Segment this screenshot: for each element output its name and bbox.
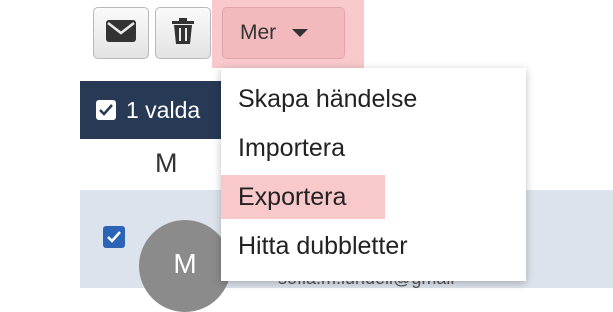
caret-down-icon xyxy=(292,29,309,37)
more-button-label: Mer xyxy=(240,21,277,44)
trash-icon xyxy=(172,17,194,49)
more-button[interactable]: Mer xyxy=(222,7,345,59)
menu-item-export[interactable]: Exportera xyxy=(221,175,385,219)
more-dropdown-menu: Skapa händelse Importera Exportera Hitta… xyxy=(221,68,526,281)
selection-count: 1 valda xyxy=(126,96,201,123)
delete-button[interactable] xyxy=(155,7,211,59)
email-button[interactable] xyxy=(93,7,149,59)
avatar: M xyxy=(139,220,231,312)
envelope-icon xyxy=(106,19,136,47)
column-header: M xyxy=(155,148,178,178)
row-checkbox[interactable] xyxy=(103,226,125,248)
selection-bar: 1 valda xyxy=(80,81,230,139)
menu-item-create-event[interactable]: Skapa händelse xyxy=(221,77,451,121)
avatar-initial: M xyxy=(173,248,197,279)
select-all-checkbox[interactable] xyxy=(96,100,116,120)
menu-item-import[interactable]: Importera xyxy=(221,126,451,170)
menu-item-find-duplicates[interactable]: Hitta dubbletter xyxy=(221,224,461,268)
